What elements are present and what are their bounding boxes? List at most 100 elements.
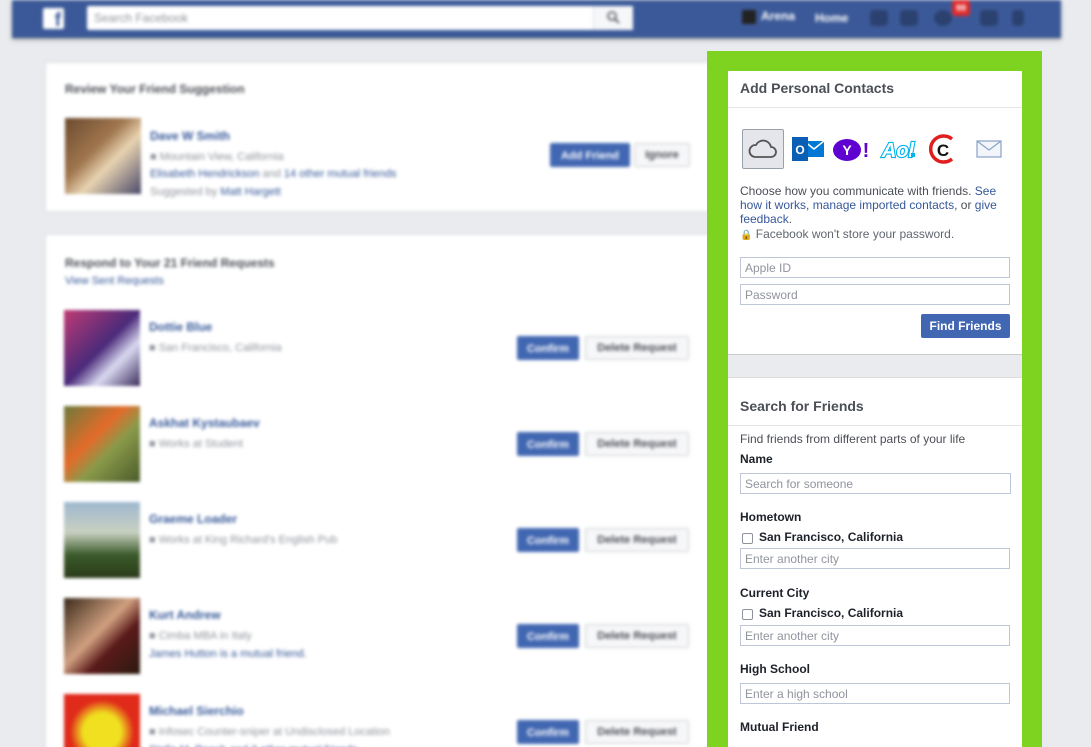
- mutual-and: and: [259, 168, 284, 180]
- search-button[interactable]: [593, 6, 633, 30]
- icloud-icon[interactable]: [742, 129, 784, 169]
- request-mutual[interactable]: James Hutton is a mutual friend.: [149, 648, 307, 660]
- request-detail-text: Infosec Counter-sniper at Undisclosed Lo…: [158, 726, 390, 738]
- suggestion-avatar[interactable]: [65, 118, 141, 194]
- request-avatar[interactable]: [64, 310, 140, 386]
- request-avatar[interactable]: [64, 502, 140, 578]
- hometown-label: Hometown: [740, 510, 802, 524]
- request-detail: ■ Infosec Counter-sniper at Undisclosed …: [149, 726, 390, 738]
- view-sent-requests-link[interactable]: View Sent Requests: [65, 275, 164, 287]
- request-avatar[interactable]: [64, 694, 140, 747]
- hometown-option[interactable]: San Francisco, California: [759, 530, 903, 544]
- lock-icon[interactable]: [980, 10, 998, 26]
- delete-request-button[interactable]: Delete Request: [585, 432, 689, 456]
- request-detail: ■ Cimba MBA in Italy: [149, 630, 252, 642]
- confirm-button[interactable]: Confirm: [517, 432, 579, 456]
- suggested-by-prefix: Suggested by: [150, 186, 221, 198]
- info-icon: ■: [149, 726, 159, 738]
- current-city-option[interactable]: San Francisco, California: [759, 606, 903, 620]
- high-school-label: High School: [740, 662, 810, 676]
- password-field[interactable]: Password: [740, 284, 1010, 305]
- confirm-button[interactable]: Confirm: [517, 336, 579, 360]
- request-name[interactable]: Graeme Loader: [149, 512, 237, 526]
- nav-home[interactable]: Home: [815, 11, 848, 25]
- delete-request-button[interactable]: Delete Request: [585, 624, 689, 648]
- manage-contacts-link[interactable]: manage imported contacts: [813, 198, 954, 212]
- nav-arena[interactable]: Arena: [742, 9, 795, 24]
- delete-request-button[interactable]: Delete Request: [585, 528, 689, 552]
- yahoo-icon[interactable]: Y!: [832, 129, 872, 169]
- info-icon: ■: [149, 534, 159, 546]
- current-city-label: Current City: [740, 586, 810, 600]
- apple-id-field[interactable]: Apple ID: [740, 257, 1010, 278]
- request-name[interactable]: Dottie Blue: [149, 320, 212, 334]
- hometown-checkbox[interactable]: [742, 533, 753, 544]
- privacy-text: Facebook won't store your password.: [755, 227, 955, 241]
- mutual-link-a[interactable]: Elisabeth Hendrickson: [150, 168, 259, 180]
- info-icon: ■: [149, 342, 159, 354]
- hometown-field[interactable]: Enter another city: [740, 548, 1010, 569]
- ignore-button[interactable]: Ignore: [634, 143, 690, 167]
- mutual-link-b[interactable]: 14 other mutual friends: [284, 168, 397, 180]
- request-detail: ■ San Francisco, California: [149, 342, 282, 354]
- suggestion-name[interactable]: Dave W Smith: [150, 129, 230, 143]
- requests-title: Respond to Your 21 Friend Requests: [65, 256, 275, 270]
- desc-comma: ,: [806, 198, 813, 212]
- confirm-button[interactable]: Confirm: [517, 528, 579, 552]
- home-icon: ■: [150, 151, 160, 163]
- suggested-by-link[interactable]: Matt Hargett: [220, 186, 281, 198]
- lock-icon: 🔒: [740, 230, 753, 241]
- info-icon: ■: [149, 438, 159, 450]
- search-input[interactable]: Search Facebook: [87, 6, 633, 30]
- suggestion-mutual: Elisabeth Hendrickson and 14 other mutua…: [150, 168, 396, 180]
- name-search-field[interactable]: Search for someone: [740, 473, 1011, 494]
- find-friends-button[interactable]: Find Friends: [921, 314, 1010, 338]
- svg-text:C: C: [937, 141, 949, 160]
- request-detail-text: Cimba MBA in Italy: [158, 630, 252, 642]
- friend-suggestion-card: Review Your Friend Suggestion Dave W Smi…: [45, 62, 711, 212]
- request-detail: ■ Works at Student: [149, 438, 243, 450]
- notifications-icon[interactable]: [934, 10, 952, 26]
- contacts-description: Choose how you communicate with friends.…: [740, 184, 1012, 226]
- name-label: Name: [740, 452, 773, 466]
- confirm-button[interactable]: Confirm: [517, 720, 579, 744]
- divider: [728, 425, 1022, 426]
- suggestion-location: ■ Mountain View, California: [150, 151, 284, 163]
- request-name[interactable]: Askhat Kystaubaev: [149, 416, 260, 430]
- suggestion-title: Review Your Friend Suggestion: [65, 82, 245, 96]
- delete-request-button[interactable]: Delete Request: [585, 336, 689, 360]
- outlook-icon[interactable]: O: [790, 129, 826, 169]
- desc-period: .: [788, 212, 793, 226]
- notification-badge: 99: [952, 0, 970, 16]
- comcast-icon[interactable]: C: [922, 129, 962, 169]
- delete-request-button[interactable]: Delete Request: [585, 720, 689, 744]
- request-name[interactable]: Kurt Andrew: [149, 608, 221, 622]
- friend-requests-icon[interactable]: [870, 10, 888, 26]
- request-avatar[interactable]: [64, 598, 140, 674]
- contacts-title: Add Personal Contacts: [740, 80, 895, 96]
- aol-icon[interactable]: Aol: [878, 129, 918, 169]
- request-detail-text: San Francisco, California: [158, 342, 282, 354]
- high-school-field[interactable]: Enter a high school: [740, 683, 1010, 704]
- messages-icon[interactable]: [900, 10, 918, 26]
- svg-text:O: O: [795, 143, 804, 157]
- top-bar: f Search Facebook Arena Home 99: [12, 0, 1061, 38]
- request-avatar[interactable]: [64, 406, 140, 482]
- request-name[interactable]: Michael Sierchio: [149, 704, 244, 718]
- add-friend-button[interactable]: Add Friend: [550, 143, 630, 167]
- friend-requests-card: Respond to Your 21 Friend Requests View …: [45, 234, 711, 747]
- current-city-field[interactable]: Enter another city: [740, 625, 1010, 646]
- nav-arena-label: Arena: [761, 9, 796, 23]
- confirm-button[interactable]: Confirm: [517, 624, 579, 648]
- privacy-note: 🔒 Facebook won't store your password.: [740, 227, 1012, 243]
- mutual-friend-label: Mutual Friend: [740, 720, 819, 734]
- request-detail-text: Works at Student: [158, 438, 243, 450]
- search-icon: [607, 11, 620, 24]
- current-city-checkbox[interactable]: [742, 609, 753, 620]
- email-icon[interactable]: [972, 129, 1006, 169]
- request-detail-text: Works at King Richard's English Pub: [158, 534, 338, 546]
- facebook-logo-icon[interactable]: f: [43, 8, 64, 29]
- chevron-down-icon[interactable]: [1012, 10, 1024, 26]
- search-friends-intro: Find friends from different parts of you…: [740, 432, 966, 446]
- avatar: [742, 9, 756, 24]
